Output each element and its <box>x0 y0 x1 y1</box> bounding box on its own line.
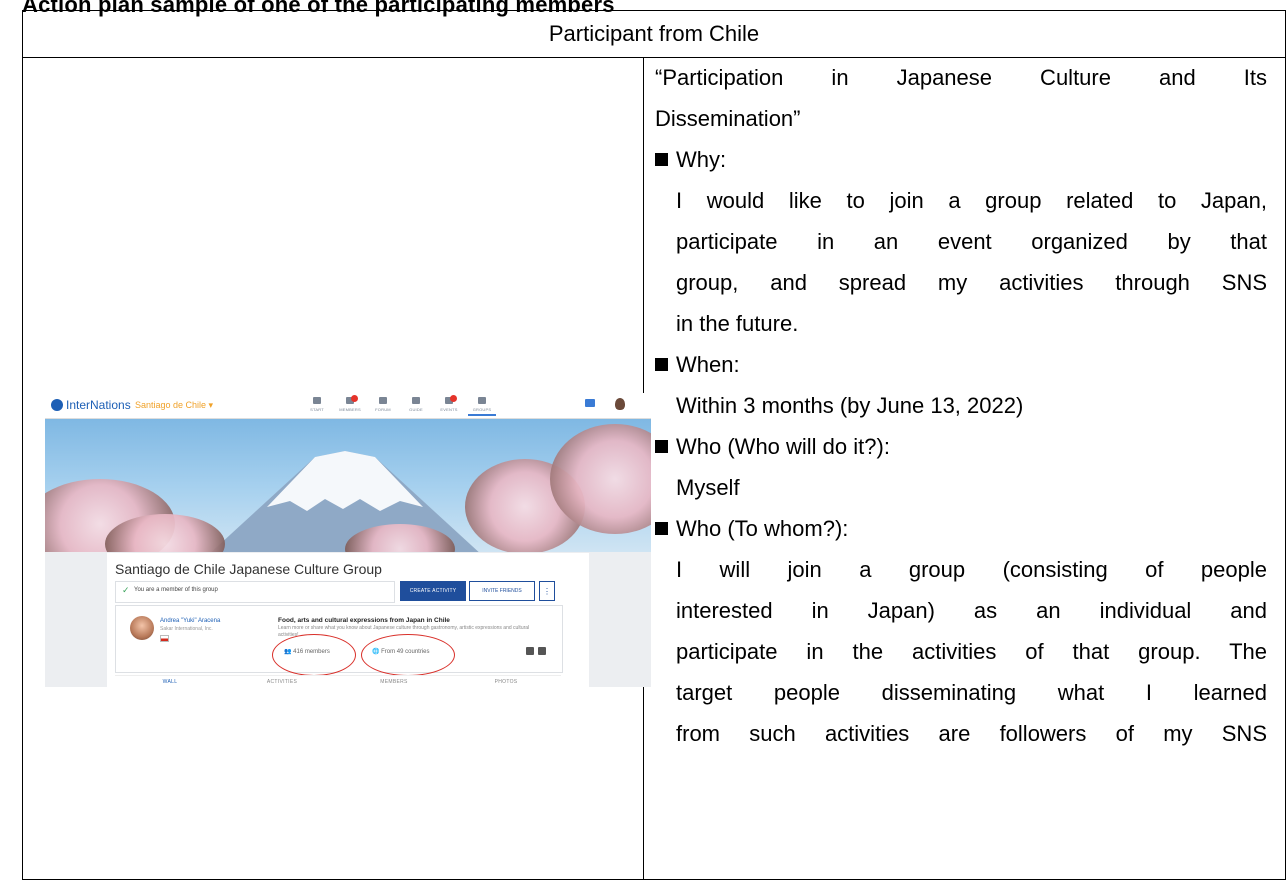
tab-activities: ACTIVITIES <box>266 679 298 685</box>
when-text: Within 3 months (by June 13, 2022) <box>676 393 1024 418</box>
site-navbar: InterNations Santiago de Chile ▾ START M… <box>45 393 651 419</box>
tab-members: MEMBERS <box>380 679 408 685</box>
notification-badge <box>351 395 358 402</box>
invite-friends-button: INVITE FRIENDS <box>469 581 535 601</box>
notification-badge <box>450 395 457 402</box>
whom-item: Who (To whom?): <box>655 508 1267 549</box>
group-tabs: WALL ACTIVITIES MEMBERS PHOTOS <box>115 675 561 687</box>
why-line: in the future. <box>676 311 799 336</box>
nav-members: MEMBERS <box>336 395 364 412</box>
whom-line: from such activities are followers of my… <box>676 721 1267 746</box>
groups-icon <box>478 397 486 404</box>
facebook-icon <box>526 647 534 655</box>
why-line: I would like to join a group related to … <box>676 188 1267 213</box>
forum-icon <box>379 397 387 404</box>
who-item: Who (Who will do it?): <box>655 426 1267 467</box>
square-bullet-icon <box>655 358 668 371</box>
internations-screenshot: InterNations Santiago de Chile ▾ START M… <box>45 393 651 687</box>
city-selector: Santiago de Chile ▾ <box>135 400 214 410</box>
square-bullet-icon <box>655 153 668 166</box>
why-item: Why: <box>655 139 1267 180</box>
whom-line: target people disseminating what I learn… <box>676 680 1267 705</box>
nav-forum: FORUM <box>369 397 397 412</box>
plan-title-cont: Dissemination” <box>655 106 801 131</box>
nav-events: EVENTS <box>435 395 463 412</box>
create-activity-button: CREATE ACTIVITY <box>400 581 466 601</box>
highlight-circle-countries <box>361 634 455 676</box>
group-info-box: Andrea "Yuki" Aracena Sakar Internationa… <box>115 605 563 676</box>
user-avatar-icon <box>615 398 625 410</box>
guide-icon <box>412 397 420 404</box>
more-options-button: ⋮ <box>539 581 555 601</box>
whom-line: interested in Japan) as an individual an… <box>676 598 1267 623</box>
when-item: When: <box>655 344 1267 385</box>
consul-name: Andrea "Yuki" Aracena <box>160 618 221 624</box>
plan-title: “Participation in Japanese Culture and I… <box>655 65 1267 90</box>
whom-line: participate in the activities of that gr… <box>676 639 1267 664</box>
tab-photos: PHOTOS <box>494 679 518 685</box>
internations-logo-icon <box>51 399 63 411</box>
square-bullet-icon <box>655 522 668 535</box>
consul-avatar <box>130 616 154 640</box>
flag-icon <box>313 397 321 404</box>
group-title: Santiago de Chile Japanese Culture Group <box>115 561 382 577</box>
table-header: Participant from Chile <box>23 11 1285 58</box>
nav-guide: GUIDE <box>402 397 430 412</box>
twitter-icon <box>538 647 546 655</box>
square-bullet-icon <box>655 440 668 453</box>
mountain-shape <box>211 451 479 552</box>
member-notice-text: You are a member of this group <box>134 587 218 593</box>
why-line: participate in an event organized by tha… <box>676 229 1267 254</box>
who-text: Myself <box>676 475 740 500</box>
chile-flag-icon <box>160 635 169 642</box>
brand-name: InterNations <box>66 398 131 412</box>
why-line: group, and spread my activities through … <box>676 270 1267 295</box>
tab-wall: WALL <box>115 679 225 687</box>
inbox-icon <box>585 399 595 407</box>
nav-groups: GROUPS <box>468 397 496 416</box>
group-description-title: Food, arts and cultural expressions from… <box>278 617 450 624</box>
whom-line: I will join a group (consisting of peopl… <box>676 557 1267 582</box>
mount-fuji-banner <box>45 419 651 552</box>
checkmark-icon: ✓ <box>122 585 130 595</box>
consul-company: Sakar International, Inc. <box>160 626 213 632</box>
nav-start: START <box>303 397 331 412</box>
action-plan-table: Participant from Chile InterNations Sant… <box>22 10 1286 880</box>
highlight-circle-members <box>272 634 356 676</box>
action-plan-text: “Participation in Japanese Culture and I… <box>655 57 1267 754</box>
member-notice-bar: ✓ You are a member of this group <box>115 581 395 603</box>
